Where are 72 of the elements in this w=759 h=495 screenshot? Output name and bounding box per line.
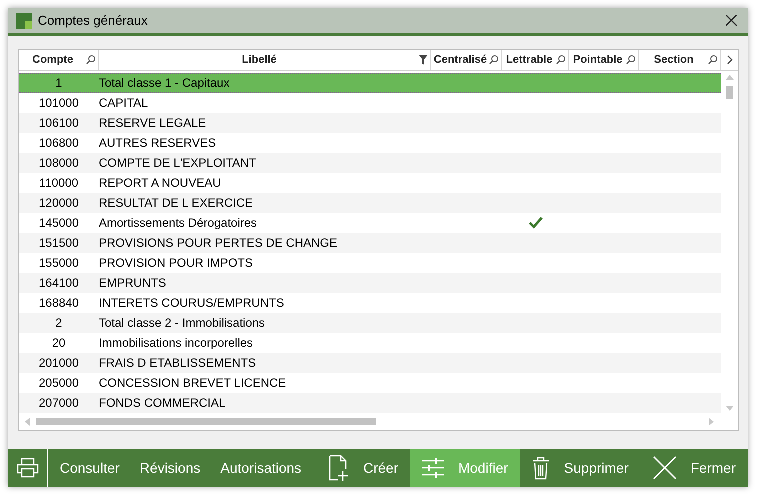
- table-cell-text: PROVISIONS POUR PERTES DE CHANGE: [99, 235, 338, 252]
- table-cell-text: AUTRES RESERVES: [99, 135, 218, 152]
- column-header[interactable]: Compte: [19, 50, 99, 70]
- table-cell-text: 120000: [38, 195, 80, 212]
- table-row[interactable]: 1 Total classe 1 - Capitaux: [19, 73, 721, 94]
- new-document-icon: [329, 455, 350, 481]
- table-cell-text: Total classe 2 - Immobilisations: [99, 315, 266, 332]
- toolbar-link[interactable]: Consulter: [52, 449, 128, 487]
- sliders-icon: [422, 458, 444, 478]
- column-header[interactable]: Lettrable: [502, 50, 569, 70]
- column-header[interactable]: Libellé: [99, 50, 431, 70]
- column-header[interactable]: Pointable: [569, 50, 639, 70]
- table-cell-text: FONDS COMMERCIAL: [99, 395, 227, 412]
- table-cell-text: PROVISION POUR IMPOTS: [99, 255, 254, 272]
- table-cell-text: RESERVE LEGALE: [99, 115, 208, 132]
- printer-icon: [16, 458, 38, 478]
- table-row[interactable]: 120000 RESULTAT DE L EXERCICE: [19, 193, 721, 214]
- table-row[interactable]: 151500 PROVISIONS POUR PERTES DE CHANGE: [19, 233, 721, 254]
- table-cell-text: CAPITAL: [99, 95, 150, 112]
- table-row[interactable]: 2 Total classe 2 - Immobilisations: [19, 313, 721, 334]
- table-cell-text: 20: [51, 335, 67, 352]
- table-cell-text: EMPRUNTS: [99, 275, 168, 292]
- table-cell-text: 106100: [38, 115, 80, 132]
- table-cell-text: 145000: [38, 215, 80, 232]
- scrollbar-thumb[interactable]: [36, 418, 376, 426]
- table-row[interactable]: 106100 RESERVE LEGALE: [19, 113, 721, 134]
- table-cell-text: 207000: [38, 395, 80, 412]
- table-cell-text: 110000: [38, 175, 80, 192]
- table-cell-text: RESULTAT DE L EXERCICE: [99, 195, 254, 212]
- search-icon[interactable]: [556, 55, 566, 66]
- table-cell-text: 164100: [38, 275, 80, 292]
- close-icon: [652, 456, 677, 480]
- toolbar-button[interactable]: Créer: [317, 449, 410, 487]
- column-header[interactable]: Centralisé: [431, 50, 502, 70]
- table-cell-text: Immobilisations incorporelles: [99, 335, 254, 352]
- table-cell-text: 101000: [38, 95, 80, 112]
- table-row[interactable]: 164100 EMPRUNTS: [19, 273, 721, 294]
- search-icon[interactable]: [489, 55, 499, 66]
- filter-icon[interactable]: [419, 55, 428, 66]
- window-title: Comptes généraux: [38, 12, 149, 30]
- table-cell-text: 205000: [38, 375, 80, 392]
- search-icon[interactable]: [626, 55, 636, 66]
- table-cell-text: 108000: [38, 155, 80, 172]
- toolbar-link[interactable]: Révisions: [132, 449, 209, 487]
- table-cell-text: 1: [54, 75, 64, 92]
- scroll-right-icon[interactable]: [726, 55, 732, 66]
- column-header[interactable]: Section: [639, 50, 721, 70]
- toolbar-button[interactable]: Supprimer: [520, 449, 641, 487]
- table-cell-text: Amortissements Dérogatoires: [99, 215, 258, 232]
- table-cell-text: REPORT A NOUVEAU: [99, 175, 222, 192]
- toolbar-button[interactable]: Fermer: [640, 449, 748, 487]
- toolbar-link[interactable]: Autorisations: [212, 449, 310, 487]
- table-cell-text: 151500: [38, 235, 80, 252]
- table-cell-text: Total classe 1 - Capitaux: [99, 75, 231, 92]
- trash-icon: [532, 456, 550, 480]
- table-cell-text: 168840: [38, 295, 80, 312]
- table-row[interactable]: 201000 FRAIS D ETABLISSEMENTS: [19, 353, 721, 374]
- table-cell-text: 106800: [38, 135, 80, 152]
- table-cell-text: 2: [54, 315, 64, 332]
- table-row[interactable]: 207000 FONDS COMMERCIAL: [19, 393, 721, 414]
- table-cell-text: FRAIS D ETABLISSEMENTS: [99, 355, 258, 372]
- table-cell-text: 155000: [38, 255, 80, 272]
- scrollbar-thumb[interactable]: [726, 86, 733, 100]
- table-cell-text: COMPTE DE L'EXPLOITANT: [99, 155, 258, 172]
- table-cell-text: CONCESSION BREVET LICENCE: [99, 375, 288, 392]
- table-cell-text: INTERETS COURUS/EMPRUNTS: [99, 295, 286, 312]
- table-row[interactable]: 108000 COMPTE DE L'EXPLOITANT: [19, 153, 721, 174]
- app-logo-icon: [16, 12, 32, 28]
- close-icon[interactable]: [726, 15, 737, 26]
- table-cell-text: 201000: [38, 355, 80, 372]
- search-icon[interactable]: [86, 55, 96, 66]
- search-icon[interactable]: [708, 55, 718, 66]
